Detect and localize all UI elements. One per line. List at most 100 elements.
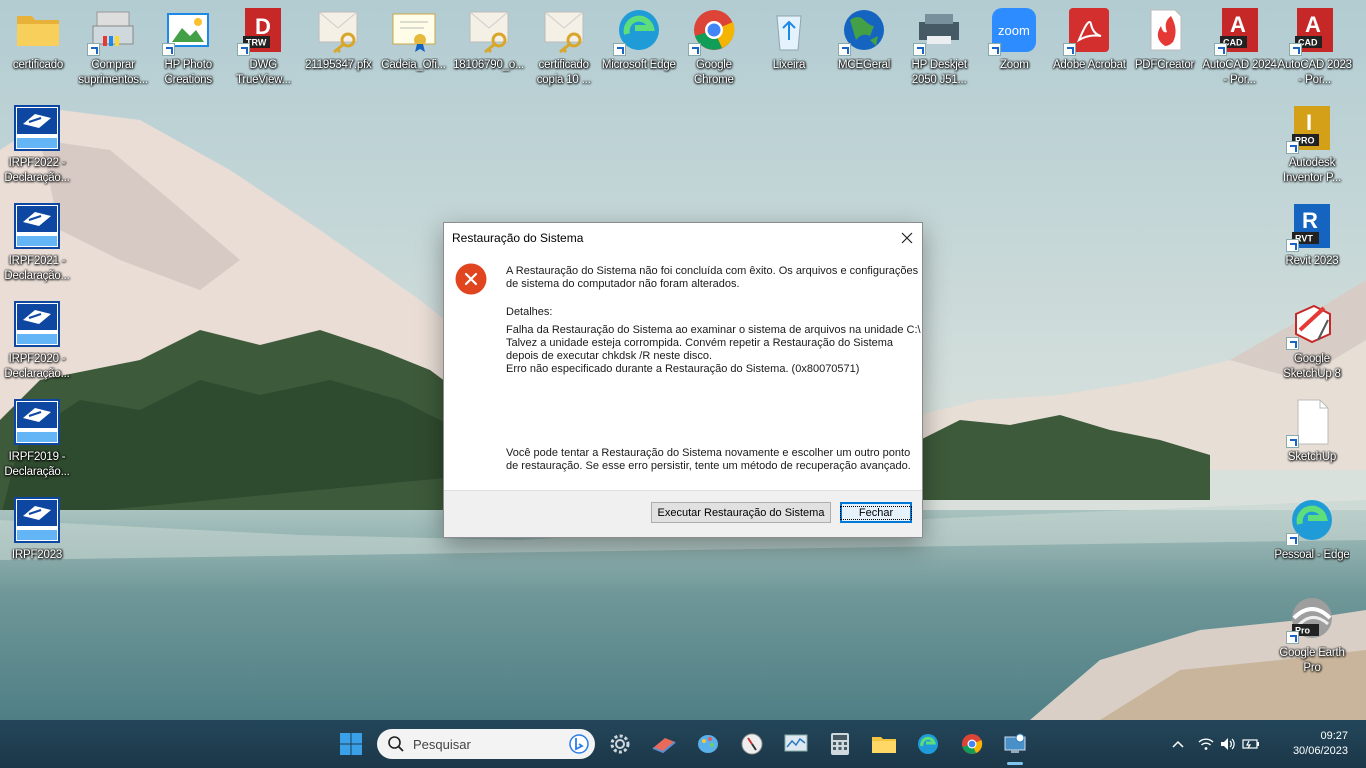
paint-taskbar-button[interactable]	[692, 728, 724, 760]
desktop-icon[interactable]: IRPF2023	[0, 492, 75, 584]
details-label: Detalhes:	[506, 306, 553, 318]
zoom-icon: zoom	[988, 6, 1038, 56]
battery-icon	[1242, 739, 1259, 749]
desktop-icon-label: AutoCAD 2023 - Por...	[1277, 59, 1353, 86]
desktop-icon[interactable]: Adobe Acrobat	[1051, 2, 1127, 94]
pdfcreator-icon	[1141, 6, 1189, 54]
desktop-icon[interactable]: IRPF2021 - Declaração...	[0, 198, 75, 290]
windows-logo-icon	[340, 733, 362, 755]
desktop-icon[interactable]: PDFCreator	[1127, 2, 1203, 94]
desktop-icon-label: Comprar suprimentos...	[78, 59, 148, 86]
desktop-icon[interactable]: zoom Zoom	[976, 2, 1052, 94]
desktop-icon[interactable]: Pro Google Earth Pro	[1274, 590, 1350, 682]
svg-text:I: I	[1306, 110, 1312, 135]
sketchup-icon	[1286, 300, 1336, 350]
desktop-icon[interactable]: 21195347.pfx	[300, 2, 376, 94]
desktop-icon[interactable]: A CAD AutoCAD 2024 - Por...	[1202, 2, 1278, 94]
search-placeholder: Pesquisar	[413, 736, 471, 752]
desktop-icon-label: Adobe Acrobat	[1052, 59, 1126, 71]
printer-supplies-icon	[87, 6, 137, 56]
desktop-icon[interactable]: MCEGeral	[826, 2, 902, 94]
shortcut-arrow-icon	[1286, 533, 1299, 546]
gear-icon	[610, 734, 630, 754]
desktop-icon-label: IRPF2023	[11, 549, 63, 561]
svg-text:A: A	[1305, 12, 1321, 37]
desktop-icon[interactable]: Comprar suprimentos...	[75, 2, 151, 94]
svg-text:D: D	[255, 14, 271, 39]
edge-taskbar-button[interactable]	[912, 728, 944, 760]
monitor-taskbar-button[interactable]	[780, 728, 812, 760]
edge-profile-icon	[1286, 496, 1336, 546]
dialog-titlebar[interactable]: Restauração do Sistema	[444, 223, 922, 253]
edge-icon	[918, 734, 938, 754]
run-system-restore-button[interactable]: Executar Restauração do Sistema	[651, 502, 831, 523]
advice-line-2: de restauração. Se esse erro persistir, …	[506, 460, 911, 472]
show-hidden-icons-button[interactable]	[1164, 728, 1192, 760]
desktop-icon[interactable]: Pessoal - Edge	[1274, 492, 1350, 584]
recycle-bin-icon	[765, 6, 813, 54]
dwg-trueview-icon: D TRW	[237, 6, 287, 56]
compass-icon	[741, 733, 763, 755]
desktop-icon-label: DWG TrueView...	[235, 59, 291, 86]
desktop-icon-label: Lixeira	[772, 59, 806, 71]
shortcut-arrow-icon	[1286, 337, 1299, 350]
certificate-chain-icon	[390, 6, 438, 54]
fechar-button[interactable]: Fechar	[839, 502, 913, 523]
desktop-icon[interactable]: IRPF2019 - Declaração...	[0, 394, 75, 486]
details-line-4: Erro não especificado durante a Restaura…	[506, 363, 860, 375]
system-restore-taskbar-button[interactable]	[999, 728, 1031, 760]
desktop-icon[interactable]: Google SketchUp 8	[1274, 296, 1350, 388]
shortcut-arrow-icon	[1063, 43, 1077, 56]
desktop-icon[interactable]: certificado copia 10 ...	[526, 2, 602, 94]
desktop-icon[interactable]: Lixeira	[751, 2, 827, 94]
desktop-icon[interactable]: Microsoft Edge	[601, 2, 677, 94]
calculator-icon	[831, 733, 849, 755]
desktop-icon-label: IRPF2020 - Declaração...	[4, 353, 70, 380]
desktop-icon[interactable]: R RVT Revit 2023	[1274, 198, 1350, 290]
file-explorer-taskbar-button[interactable]	[868, 728, 900, 760]
shortcut-arrow-icon	[1286, 239, 1299, 252]
settings-taskbar-button[interactable]	[604, 728, 636, 760]
shortcut-arrow-icon	[237, 43, 251, 56]
desktop-icon[interactable]: Cadeia_Ofi...	[376, 2, 452, 94]
desktop-icon[interactable]: I PRO Autodesk Inventor P...	[1274, 100, 1350, 192]
desktop-icon[interactable]: 18106790_o...	[451, 2, 527, 94]
inventor-icon: I PRO	[1286, 104, 1336, 154]
desktop-icon-label: Pessoal - Edge	[1274, 549, 1350, 561]
shortcut-arrow-icon	[1286, 435, 1299, 448]
desktop-icon[interactable]: A CAD AutoCAD 2023 - Por...	[1277, 2, 1353, 94]
chrome-taskbar-button[interactable]	[956, 728, 988, 760]
google-earth-icon: Pro	[1286, 594, 1336, 644]
wifi-icon	[1198, 738, 1214, 750]
desktop-icon[interactable]: HP Photo Creations	[150, 2, 226, 94]
system-restore-dialog: Restauração do Sistema A Restauração do …	[443, 222, 923, 538]
desktop-icon-label: IRPF2021 - Declaração...	[4, 255, 70, 282]
clock-app-taskbar-button[interactable]	[736, 728, 768, 760]
calculator-taskbar-button[interactable]	[824, 728, 856, 760]
desktop-icon-label: HP Deskjet 2050 J51...	[911, 59, 968, 86]
details-line-2: Talvez a unidade esteja corrompida. Conv…	[506, 337, 894, 349]
shortcut-arrow-icon	[162, 43, 176, 56]
shortcut-arrow-icon	[1213, 43, 1227, 56]
desktop-icon-label: Google Chrome	[694, 59, 734, 86]
desktop-icon-label: MCEGeral	[838, 59, 891, 71]
acrobat-icon	[1063, 6, 1113, 56]
desktop-icon[interactable]: D TRW DWG TrueView...	[225, 2, 301, 94]
desktop-icon[interactable]: SketchUp	[1274, 394, 1350, 486]
irpf-icon	[13, 104, 61, 152]
search-box[interactable]: Pesquisar	[377, 729, 595, 759]
edge-icon	[612, 6, 663, 56]
desktop-icon[interactable]: IRPF2020 - Declaração...	[0, 296, 75, 388]
start-button[interactable]	[335, 728, 367, 760]
desktop-icon[interactable]: IRPF2022 - Declaração...	[0, 100, 75, 192]
desktop-icon[interactable]: certificado	[0, 2, 76, 94]
irpf-icon	[13, 496, 61, 544]
close-button[interactable]	[892, 223, 922, 253]
app-taskbar-button-1[interactable]	[648, 728, 680, 760]
desktop-icon[interactable]: Google Chrome	[676, 2, 752, 94]
desktop-icon-label: Microsoft Edge	[601, 59, 676, 71]
quick-settings-button[interactable]	[1198, 728, 1260, 760]
desktop-icon-label: IRPF2019 - Declaração...	[4, 451, 70, 478]
desktop-icon[interactable]: HP Deskjet 2050 J51...	[901, 2, 977, 94]
clock[interactable]: 09:27 30/06/2023	[1293, 729, 1348, 759]
